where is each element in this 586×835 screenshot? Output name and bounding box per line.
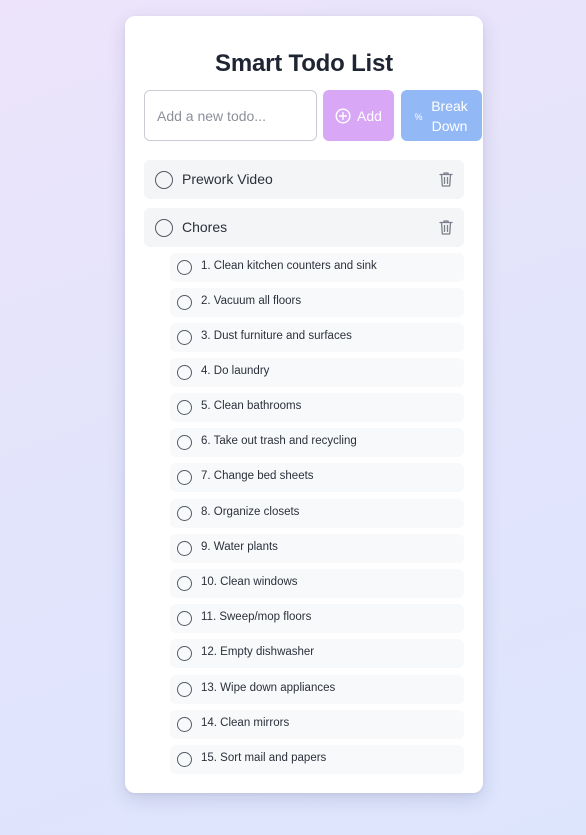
checkbox-circle-icon[interactable] [177, 717, 192, 732]
subtask-label: 9. Water plants [201, 541, 278, 553]
checkbox-circle-icon[interactable] [177, 682, 192, 697]
subtask-label: 11. Sweep/mop floors [201, 611, 312, 623]
checkbox-circle-icon[interactable] [177, 646, 192, 661]
plus-circle-icon [335, 107, 351, 124]
subtask-item: 6. Take out trash and recycling [170, 428, 464, 457]
checkbox-circle-icon[interactable] [177, 470, 192, 485]
checkbox-circle-icon[interactable] [177, 400, 192, 415]
checkbox-circle-icon[interactable] [177, 752, 192, 767]
checkbox-circle-icon[interactable] [177, 506, 192, 521]
checkbox-circle-icon[interactable] [177, 365, 192, 380]
subtask-item: 12. Empty dishwasher [170, 639, 464, 668]
subtask-label: 5. Clean bathrooms [201, 400, 302, 412]
subtask-item: 7. Change bed sheets [170, 463, 464, 492]
subtask-item: 11. Sweep/mop floors [170, 604, 464, 633]
checkbox-circle-icon[interactable] [177, 541, 192, 556]
subtask-label: 13. Wipe down appliances [201, 682, 336, 694]
checkbox-circle-icon[interactable] [177, 330, 192, 345]
subtask-item: 10. Clean windows [170, 569, 464, 598]
todo-item: Chores [144, 208, 464, 247]
checkbox-circle-icon[interactable] [155, 219, 173, 237]
subtask-item: 13. Wipe down appliances [170, 675, 464, 704]
subtask-item: 5. Clean bathrooms [170, 393, 464, 422]
subtask-item: 4. Do laundry [170, 358, 464, 387]
checkbox-circle-icon[interactable] [177, 435, 192, 450]
checkbox-circle-icon[interactable] [177, 295, 192, 310]
page-title: Smart Todo List [215, 50, 393, 77]
todo-label: Chores [182, 219, 228, 235]
subtask-item: 9. Water plants [170, 534, 464, 563]
subtask-item: 3. Dust furniture and surfaces [170, 323, 464, 352]
subtask-label: 15. Sort mail and papers [201, 752, 327, 764]
todo-label: Prework Video [182, 171, 273, 187]
subtask-item: 1. Clean kitchen counters and sink [170, 253, 464, 282]
subtask-label: 2. Vacuum all floors [201, 295, 302, 307]
subtask-label: 12. Empty dishwasher [201, 646, 315, 658]
subtask-label: 1. Clean kitchen counters and sink [201, 260, 377, 272]
percent-icon: % [414, 111, 423, 122]
add-button-label: Add [357, 107, 382, 124]
subtask-label: 10. Clean windows [201, 576, 298, 588]
checkbox-circle-icon[interactable] [177, 576, 192, 591]
break-down-button-label: Break Down [431, 97, 468, 134]
subtask-item: 2. Vacuum all floors [170, 288, 464, 317]
subtask-label: 8. Organize closets [201, 506, 300, 518]
todo-item: Prework Video [144, 160, 464, 199]
subtask-label: 14. Clean mirrors [201, 717, 290, 729]
todo-card: Smart Todo List Add % Break Down Prework… [125, 16, 483, 793]
trash-icon[interactable] [438, 219, 454, 236]
subtask-label: 7. Change bed sheets [201, 470, 314, 482]
checkbox-circle-icon[interactable] [177, 611, 192, 626]
subtask-item: 14. Clean mirrors [170, 710, 464, 739]
checkbox-circle-icon[interactable] [177, 260, 192, 275]
add-button[interactable]: Add [323, 90, 394, 141]
subtask-item: 8. Organize closets [170, 499, 464, 528]
subtask-label: 6. Take out trash and recycling [201, 435, 357, 447]
break-down-button[interactable]: % Break Down [401, 90, 482, 141]
subtask-item: 15. Sort mail and papers [170, 745, 464, 774]
new-todo-input[interactable] [144, 90, 317, 141]
checkbox-circle-icon[interactable] [155, 171, 173, 189]
subtask-label: 4. Do laundry [201, 365, 270, 377]
trash-icon[interactable] [438, 171, 454, 188]
subtask-label: 3. Dust furniture and surfaces [201, 330, 352, 342]
